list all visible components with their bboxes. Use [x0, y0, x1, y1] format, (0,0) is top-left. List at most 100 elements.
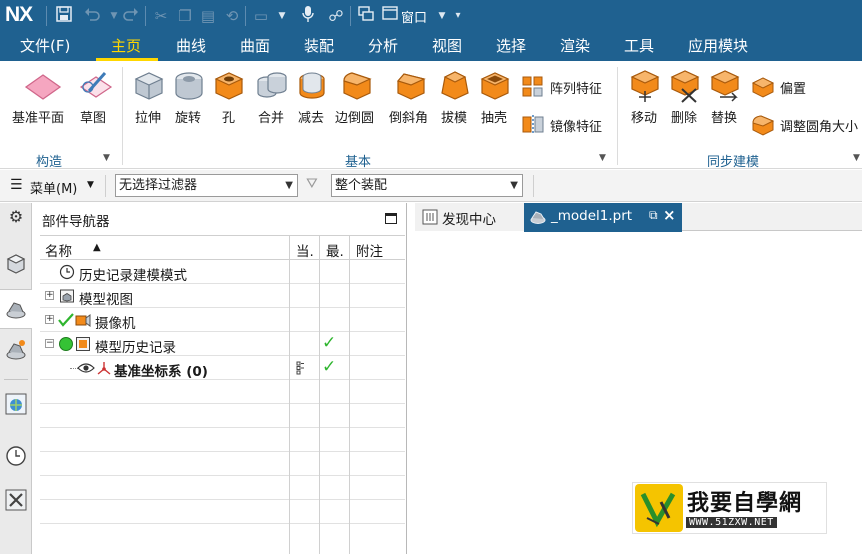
tree-row-label: 摄像机: [95, 316, 136, 332]
menu-analysis[interactable]: 分析: [368, 32, 398, 61]
sort-ascending-icon[interactable]: ▲: [93, 242, 101, 253]
draft-icon: [441, 71, 469, 100]
touch-mode-icon[interactable]: ▭: [251, 5, 271, 27]
divider: [289, 380, 290, 404]
menu-selection[interactable]: 选择: [496, 32, 526, 61]
resize-blend-button[interactable]: 调整圆角大小: [751, 113, 862, 137]
paste-icon[interactable]: ▤: [198, 5, 218, 27]
tree-row-model-history[interactable]: − 模型历史记录 ✓: [40, 332, 405, 356]
window-switch-icon[interactable]: [356, 5, 376, 27]
window-menu-icon[interactable]: [380, 5, 400, 27]
construct-group-dropdown-icon[interactable]: ▼: [103, 153, 110, 163]
divider: [46, 6, 47, 26]
edge-blend-button[interactable]: 边倒圆: [333, 67, 381, 127]
menu-view[interactable]: 视图: [432, 32, 462, 61]
type-filter-select[interactable]: 无选择过滤器 ▼: [115, 174, 298, 197]
save-icon[interactable]: [54, 5, 74, 27]
menu-hamburger-icon[interactable]: ☰: [10, 177, 23, 193]
settings-gear-icon[interactable]: ⚙: [4, 207, 28, 233]
offset-region-icon: [751, 77, 775, 98]
menu-assembly[interactable]: 装配: [304, 32, 334, 61]
menu-dropdown-icon[interactable]: ▼: [87, 180, 94, 190]
reuse-library-icon[interactable]: [4, 337, 28, 363]
revolve-button[interactable]: 旋转: [171, 67, 207, 127]
divider: [289, 524, 290, 554]
menu-surface[interactable]: 曲面: [240, 32, 270, 61]
process-studio-tools-icon[interactable]: [4, 487, 28, 513]
menu-home[interactable]: 主页: [111, 32, 141, 61]
dropdown-icon[interactable]: ▼: [272, 5, 292, 27]
divider: [319, 260, 320, 284]
expand-icon[interactable]: +: [45, 315, 54, 324]
menu-tools[interactable]: 工具: [624, 32, 654, 61]
close-icon[interactable]: ×: [663, 206, 676, 224]
microphone-icon[interactable]: [298, 5, 318, 27]
draft-button[interactable]: 拔模: [437, 67, 473, 127]
tree-row-model-views[interactable]: + 模型视图: [40, 284, 405, 308]
column-name[interactable]: 名称: [45, 240, 72, 260]
copy-icon[interactable]: ❐: [175, 5, 195, 27]
delete-face-label: 删除: [671, 111, 698, 126]
subtract-button[interactable]: 减去: [294, 67, 330, 127]
sketch-button[interactable]: 草图: [76, 67, 116, 127]
graphics-window[interactable]: 发现中心 _model1.prt ⧉ × 我要自學網 WWW.51ZXW.NET: [415, 203, 862, 554]
sync-group-label: 同步建模: [707, 155, 760, 170]
datum-csys-icon: [97, 362, 111, 375]
history-clock-icon[interactable]: [4, 443, 28, 469]
repeat-command-icon[interactable]: ⟲: [222, 5, 242, 27]
delete-face-button[interactable]: 删除: [667, 67, 703, 127]
assembly-navigator-icon[interactable]: [4, 251, 28, 277]
tree-row-cameras[interactable]: + 摄像机: [40, 308, 405, 332]
mirror-feature-button[interactable]: 镜像特征: [521, 113, 611, 137]
divider: [349, 284, 350, 308]
column-current[interactable]: 当.: [296, 240, 314, 260]
menu-applications[interactable]: 应用模块: [688, 32, 748, 61]
basic-group-dropdown-icon[interactable]: ▼: [599, 153, 606, 163]
divider: [289, 404, 290, 428]
undo-icon[interactable]: [82, 5, 102, 27]
shell-icon: [480, 72, 510, 100]
maximize-icon[interactable]: [385, 213, 397, 224]
sketch-icon: [79, 72, 113, 98]
tab-model-part[interactable]: _model1.prt ⧉ ×: [524, 203, 682, 232]
window-menu-label[interactable]: 窗口: [401, 7, 427, 26]
web-browser-icon[interactable]: [4, 391, 28, 417]
filter-funnel-icon[interactable]: ⛛: [306, 176, 318, 192]
pattern-feature-button[interactable]: 阵列特征: [521, 75, 611, 99]
replace-face-button[interactable]: 替换: [707, 67, 743, 127]
unite-button[interactable]: 合并: [253, 67, 291, 127]
cut-icon[interactable]: ✂: [151, 5, 171, 27]
column-latest[interactable]: 最.: [326, 240, 344, 260]
menu-file[interactable]: 文件(F): [20, 32, 70, 61]
extrude-button[interactable]: 拉伸: [131, 67, 167, 127]
sync-group-dropdown-icon[interactable]: ▼: [853, 153, 860, 163]
offset-region-button[interactable]: 偏置: [751, 75, 821, 99]
part-navigator-tab[interactable]: [0, 289, 32, 329]
tree-row-datum-csys[interactable]: 基准坐标系 (0) ✓: [40, 356, 405, 380]
visibility-eye-icon[interactable]: [77, 361, 95, 375]
customize-icon[interactable]: ☍: [326, 5, 346, 27]
customize-dropdown-icon[interactable]: ▾: [448, 5, 468, 27]
menu-button-label[interactable]: 菜单(M): [30, 178, 77, 197]
expand-icon[interactable]: +: [45, 291, 54, 300]
menu-curve[interactable]: 曲线: [176, 32, 206, 61]
divider: [349, 332, 350, 356]
hole-button[interactable]: 孔: [211, 67, 247, 127]
column-notes[interactable]: 附注: [356, 240, 383, 260]
tab-discovery-center[interactable]: 发现中心: [415, 203, 524, 231]
tree-row-history-mode[interactable]: 历史记录建模模式: [40, 260, 405, 284]
menu-render[interactable]: 渲染: [560, 32, 590, 61]
shell-button[interactable]: 抽壳: [477, 67, 513, 127]
chamfer-button[interactable]: 倒斜角: [387, 67, 435, 127]
datum-plane-button[interactable]: 基准平面: [12, 67, 72, 127]
tree-row-label: 历史记录建模模式: [79, 268, 187, 284]
scope-select[interactable]: 整个装配 ▼: [331, 174, 523, 197]
move-face-button[interactable]: 移动: [627, 67, 663, 127]
divider: [289, 428, 290, 452]
redo-icon[interactable]: [121, 5, 141, 27]
collapse-icon[interactable]: −: [45, 339, 54, 348]
sketch-label: 草图: [80, 111, 107, 126]
divider: [319, 332, 320, 356]
quick-access-toolbar: NX ▼ ✂ ❐ ▤ ⟲ ▭ ▼ ☍ 窗口 ▼ ▾: [0, 0, 862, 32]
undock-icon[interactable]: ⧉: [649, 208, 658, 223]
